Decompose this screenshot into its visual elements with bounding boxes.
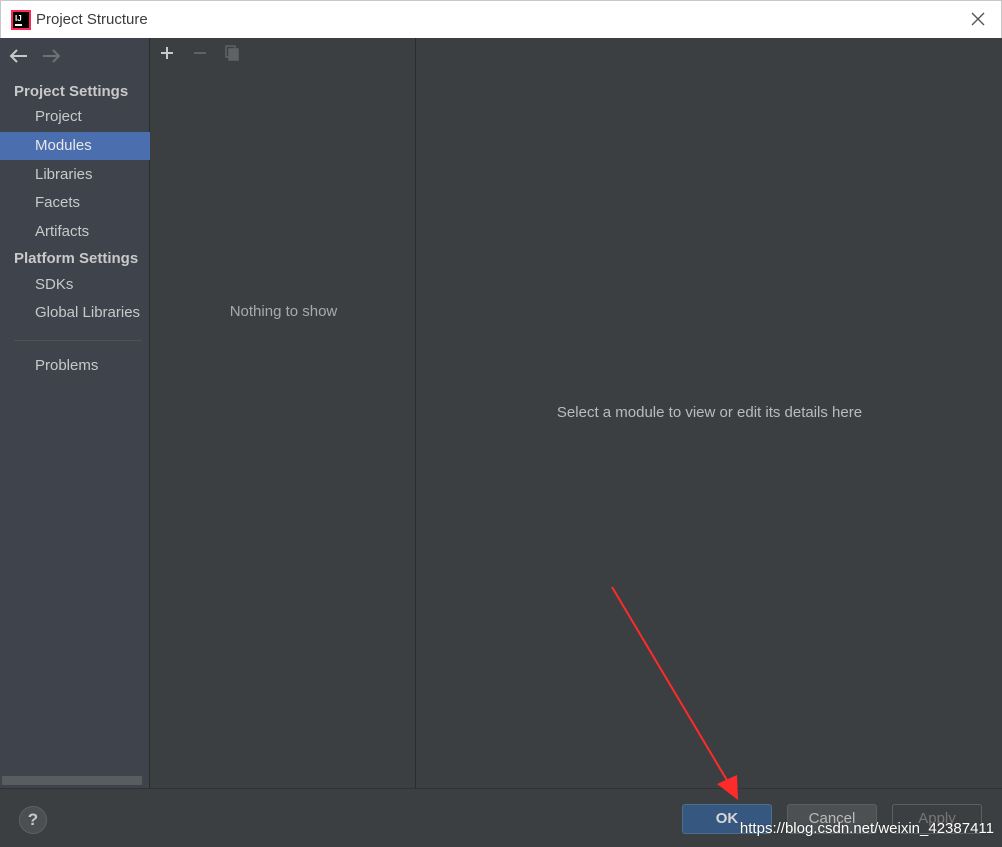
window-title: Project Structure [36, 11, 148, 28]
nav-item-artifacts[interactable]: Artifacts [0, 218, 150, 246]
nav-item-sdks[interactable]: SDKs [0, 271, 150, 299]
help-button[interactable]: ? [19, 806, 47, 834]
close-icon[interactable] [969, 10, 987, 28]
empty-list-text: Nothing to show [229, 303, 338, 320]
arrow-right-icon[interactable] [40, 46, 62, 66]
sidebar-horizontal-scrollbar[interactable] [2, 776, 142, 785]
title-bar: IJ Project Structure [0, 0, 1002, 38]
intellij-idea-icon: IJ [11, 10, 31, 30]
copy-icon[interactable] [223, 44, 241, 62]
arrow-left-icon[interactable] [8, 46, 30, 66]
nav-item-problems[interactable]: Problems [0, 352, 150, 380]
section-platform-settings: Platform Settings [14, 250, 139, 267]
navigation-arrows [0, 38, 150, 74]
plus-icon[interactable] [158, 44, 176, 62]
watermark-text: https://blog.csdn.net/weixin_42387411 [739, 820, 994, 837]
svg-text:IJ: IJ [15, 14, 22, 23]
nav-item-libraries[interactable]: Libraries [0, 161, 150, 189]
modules-list-panel: Nothing to show [151, 38, 416, 788]
dialog-button-bar: ? OK Cancel Apply [0, 788, 1002, 847]
sidebar-divider [14, 340, 142, 341]
nav-item-global-libraries[interactable]: Global Libraries [0, 299, 150, 327]
section-project-settings: Project Settings [14, 83, 129, 100]
details-hint-text: Select a module to view or edit its deta… [556, 404, 863, 421]
settings-sidebar: Project Settings Project Modules Librari… [0, 38, 150, 788]
module-details-panel: Select a module to view or edit its deta… [417, 38, 1002, 788]
nav-item-modules[interactable]: Modules [0, 132, 150, 160]
nav-item-project[interactable]: Project [0, 103, 150, 131]
nav-item-facets[interactable]: Facets [0, 189, 150, 217]
minus-icon[interactable] [191, 44, 209, 62]
